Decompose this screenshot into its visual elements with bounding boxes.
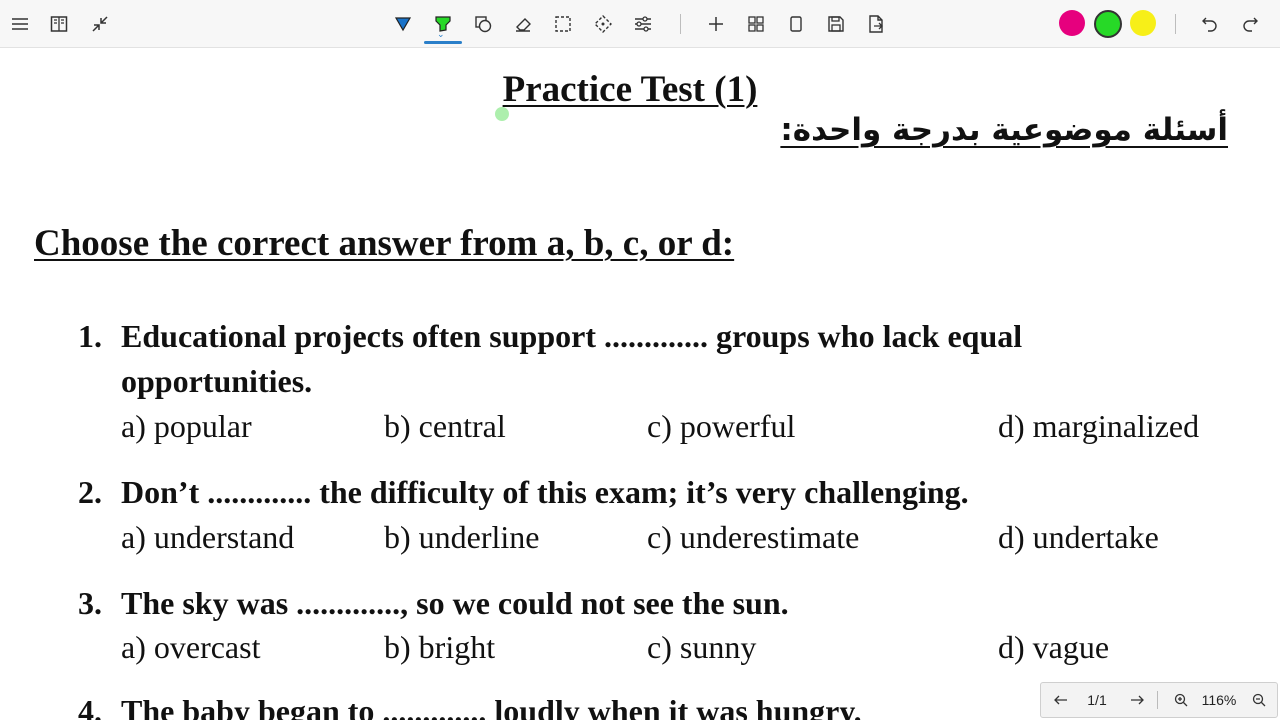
menu-icon[interactable] <box>5 9 35 39</box>
option-a[interactable]: a) understand <box>121 519 294 556</box>
arabic-heading: أسئلة موضوعية بدرجة واحدة: <box>780 112 1228 148</box>
collapse-icon[interactable] <box>85 9 115 39</box>
question-text: The baby began to ............. loudly w… <box>121 693 862 720</box>
highlighter-cursor <box>495 107 509 121</box>
question-number: 2. <box>78 474 102 510</box>
option-b[interactable]: b) bright <box>384 629 495 666</box>
move-icon[interactable] <box>588 9 618 39</box>
lasso-icon[interactable] <box>548 9 578 39</box>
green-color-swatch[interactable] <box>1094 10 1122 38</box>
save-icon[interactable] <box>821 9 851 39</box>
yellow-color-swatch[interactable] <box>1130 10 1156 36</box>
option-c[interactable]: c) powerful <box>647 408 795 445</box>
option-b[interactable]: b) central <box>384 408 506 445</box>
question-2-options: a) understand b) underline c) underestim… <box>0 519 1280 559</box>
option-c[interactable]: c) underestimate <box>647 519 859 556</box>
pen-icon[interactable] <box>388 9 418 39</box>
option-a[interactable]: a) overcast <box>121 629 260 666</box>
page-navigation-bar: 1/1 116% <box>1040 682 1278 718</box>
option-d[interactable]: d) marginalized <box>998 408 1199 445</box>
adjust-icon[interactable] <box>628 9 658 39</box>
page-icon[interactable] <box>781 9 811 39</box>
question-3-options: a) overcast b) bright c) sunny d) vague <box>0 629 1280 669</box>
toolbar-divider <box>680 14 681 34</box>
question-number: 4. <box>78 693 102 720</box>
zoom-out-icon[interactable] <box>1247 689 1271 711</box>
thumbnails-icon[interactable] <box>741 9 771 39</box>
previous-page-icon[interactable] <box>1049 689 1073 711</box>
page-title-text: Practice Test (1) <box>502 69 758 110</box>
chevron-down-icon[interactable]: ⌄ <box>437 30 445 40</box>
book-icon[interactable] <box>44 9 74 39</box>
pink-color-swatch[interactable] <box>1059 10 1085 36</box>
option-c[interactable]: c) sunny <box>647 629 756 666</box>
toolbar: ⌄ <box>0 0 1280 48</box>
add-icon[interactable] <box>701 9 731 39</box>
document-page: Practice Test (1) أسئلة موضوعية بدرجة وا… <box>0 48 1280 720</box>
option-a[interactable]: a) popular <box>121 408 252 445</box>
question-number: 1. <box>78 318 102 354</box>
active-tool-indicator <box>424 41 462 44</box>
question-text: Educational projects often support .....… <box>121 318 1023 399</box>
eraser-icon[interactable] <box>508 9 538 39</box>
zoom-level: 116% <box>1201 692 1237 708</box>
redo-icon[interactable] <box>1235 9 1265 39</box>
next-page-icon[interactable] <box>1125 689 1149 711</box>
page-indicator: 1/1 <box>1087 692 1107 708</box>
option-d[interactable]: d) undertake <box>998 519 1159 556</box>
nav-divider <box>1157 691 1158 709</box>
option-d[interactable]: d) vague <box>998 629 1109 666</box>
toolbar-divider <box>1175 14 1176 34</box>
question-number: 3. <box>78 585 102 621</box>
undo-icon[interactable] <box>1195 9 1225 39</box>
question-1-options: a) popular b) central c) powerful d) mar… <box>0 408 1280 448</box>
export-icon[interactable] <box>861 9 891 39</box>
instruction-heading: Choose the correct answer from a, b, c, … <box>34 223 735 264</box>
zoom-in-icon[interactable] <box>1169 689 1193 711</box>
option-b[interactable]: b) underline <box>384 519 540 556</box>
question-text: The sky was ............., so we could n… <box>121 585 789 621</box>
page-title: Practice Test (1) <box>0 68 1260 111</box>
shapes-icon[interactable] <box>468 9 498 39</box>
question-text: Don’t ............. the difficulty of th… <box>121 474 969 510</box>
